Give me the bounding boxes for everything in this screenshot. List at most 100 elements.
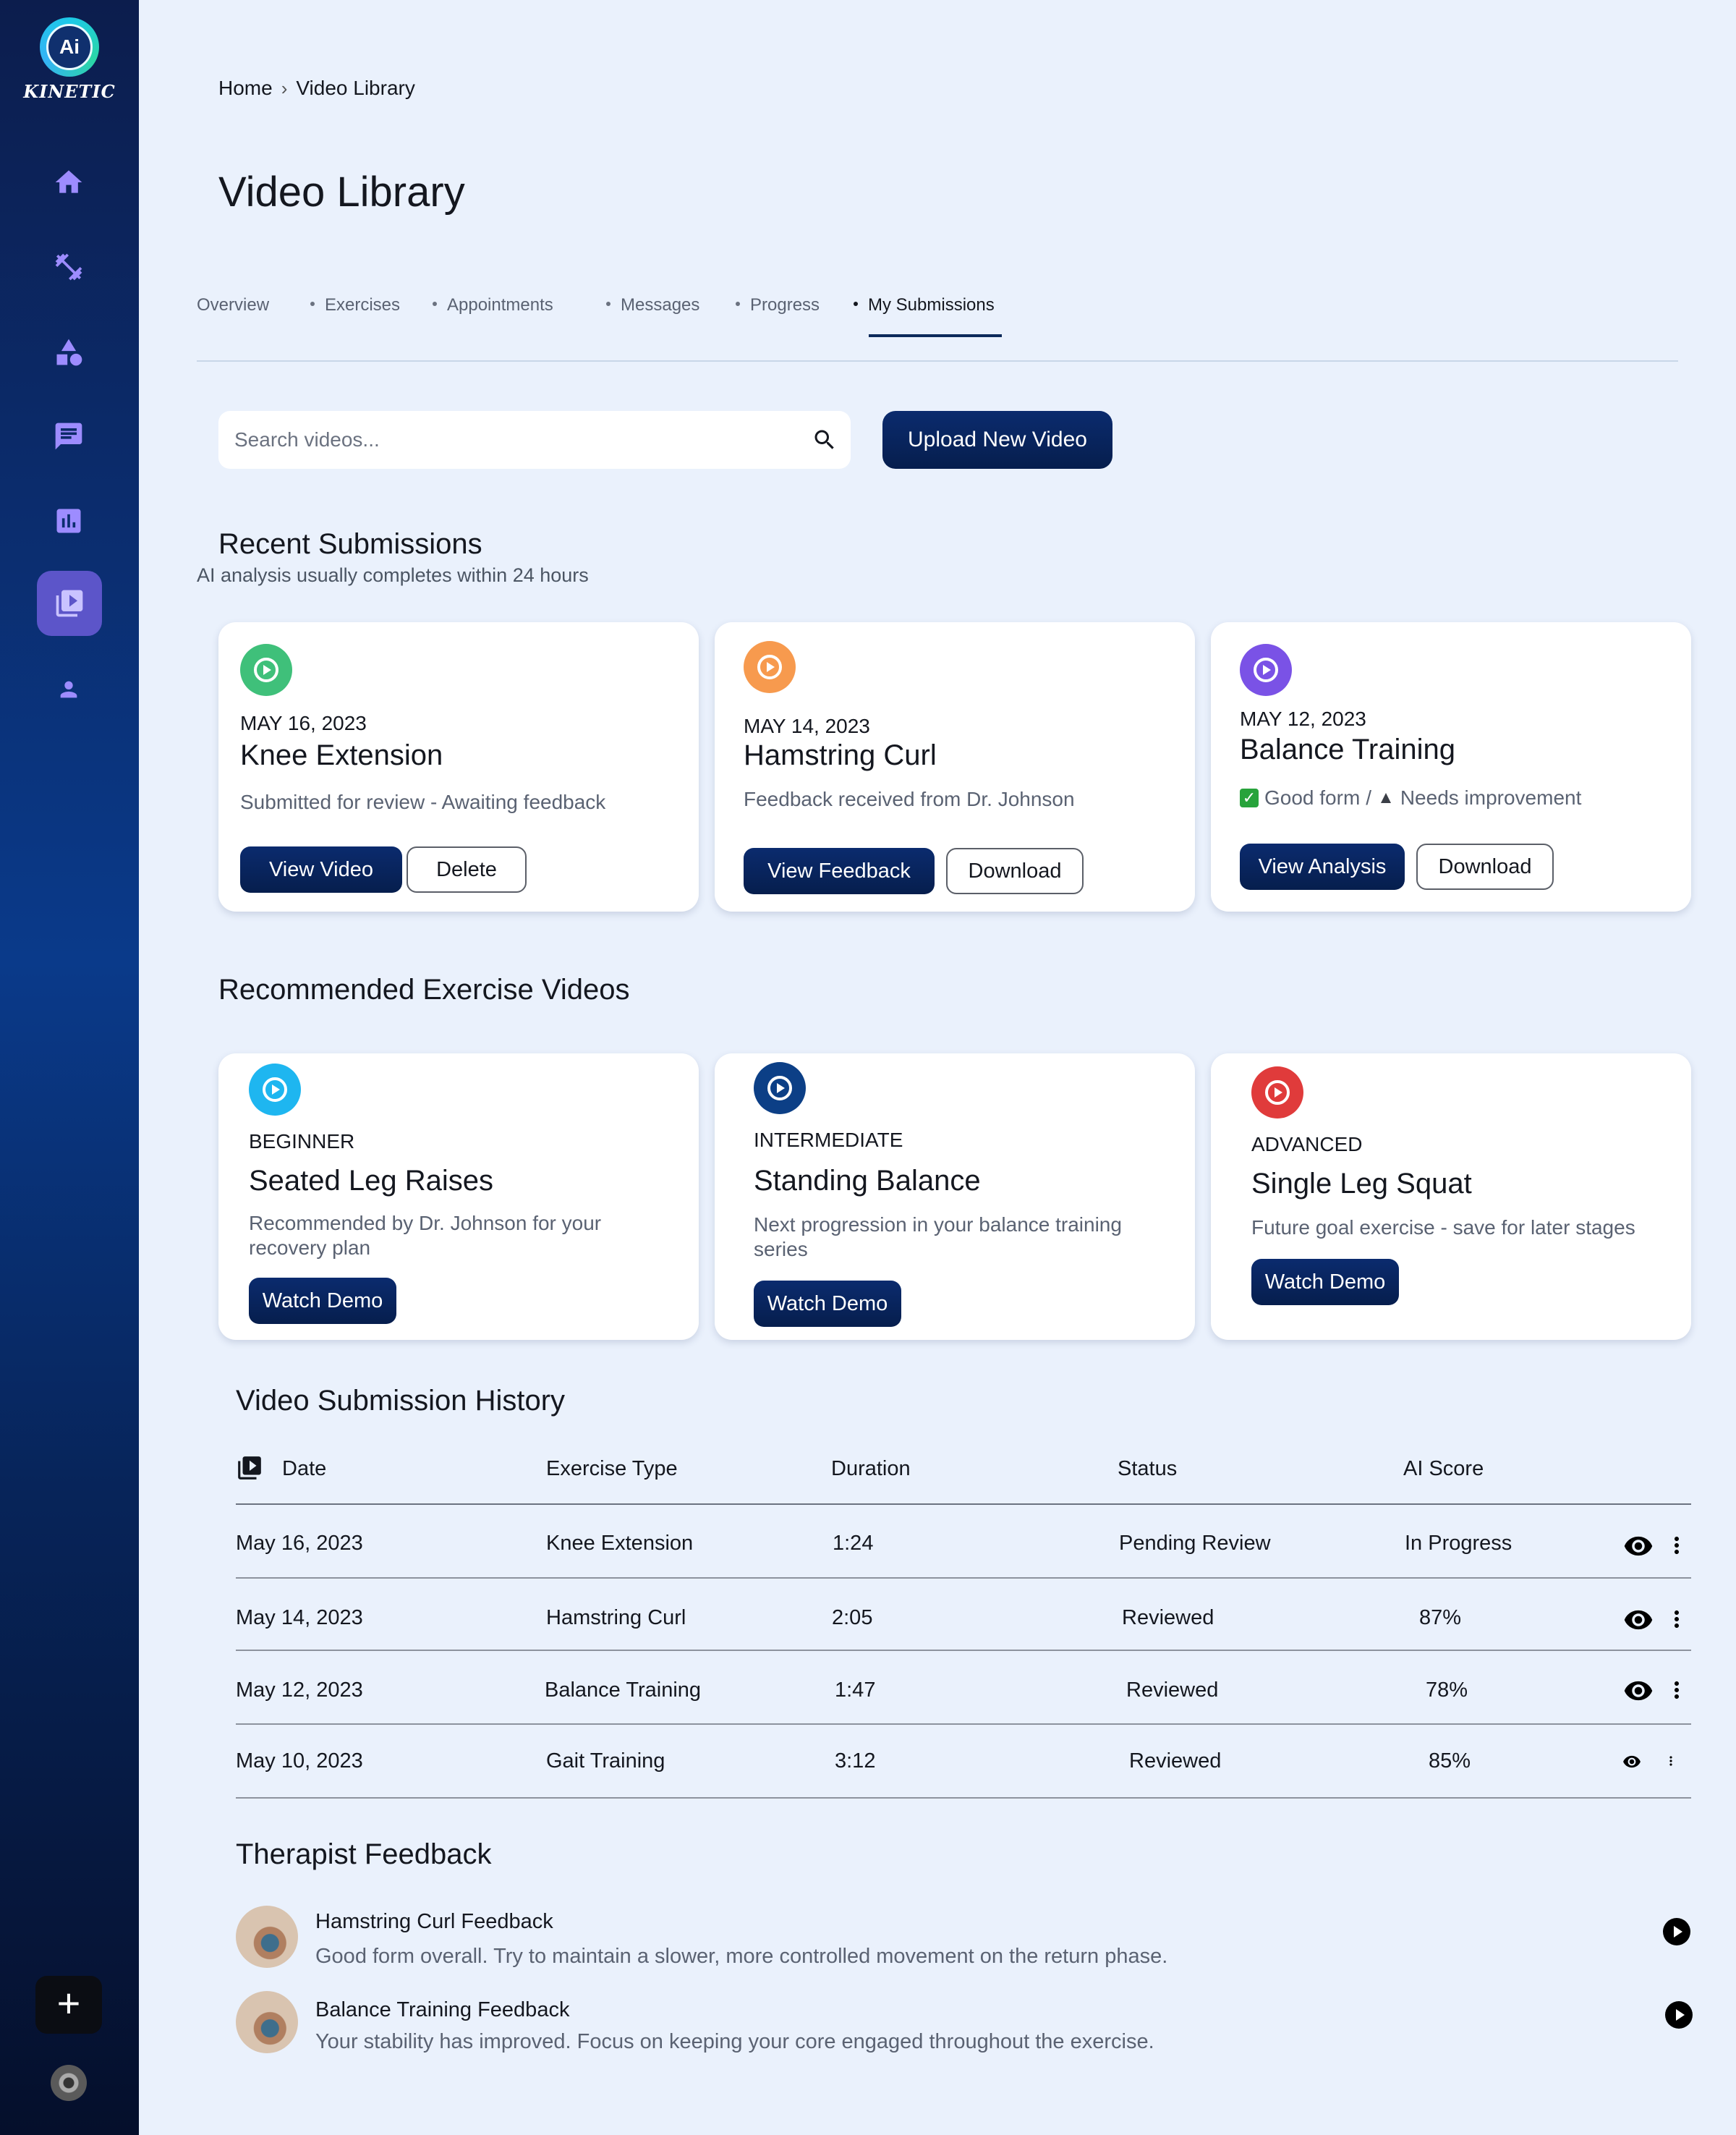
recommended-card[interactable]: INTERMEDIATE Standing Balance Next progr… <box>715 1053 1195 1340</box>
row-divider <box>236 1650 1691 1651</box>
play-icon[interactable] <box>1251 1066 1303 1119</box>
nav-appointments[interactable] <box>36 320 101 385</box>
exercise-description: Future goal exercise - save for later st… <box>1251 1216 1635 1239</box>
more-options-icon[interactable] <box>1664 1676 1690 1705</box>
tab-appointments[interactable]: Appointments <box>433 295 553 315</box>
nav-progress[interactable] <box>36 488 101 553</box>
home-icon <box>55 170 82 193</box>
submission-card[interactable]: MAY 14, 2023 Hamstring Curl Feedback rec… <box>715 622 1195 912</box>
tab-overview[interactable]: Overview <box>197 295 269 315</box>
tab-progress[interactable]: Progress <box>736 295 820 315</box>
row-duration: 1:24 <box>833 1532 874 1555</box>
more-options-icon[interactable] <box>1664 1531 1690 1560</box>
nav-home[interactable] <box>36 150 101 215</box>
nav-profile[interactable] <box>36 657 101 722</box>
column-header-ai-score[interactable]: AI Score <box>1403 1457 1484 1481</box>
more-options-icon[interactable] <box>1664 1752 1678 1770</box>
nav-messages[interactable] <box>36 404 101 469</box>
tab-dot <box>854 301 858 306</box>
eye-icon[interactable] <box>1623 1531 1654 1561</box>
row-exercise: Gait Training <box>546 1749 665 1773</box>
watch-demo-button[interactable]: Watch Demo <box>754 1281 901 1327</box>
tab-dot <box>433 301 437 306</box>
person-icon <box>60 681 77 698</box>
recommended-card[interactable]: ADVANCED Single Leg Squat Future goal ex… <box>1211 1053 1691 1340</box>
nav-video-library[interactable] <box>37 571 102 636</box>
history-title: Video Submission History <box>236 1385 566 1417</box>
upload-video-button[interactable]: Upload New Video <box>882 411 1112 469</box>
active-tab-indicator <box>869 334 1002 337</box>
recommended-title: Recommended Exercise Videos <box>218 974 630 1006</box>
play-icon[interactable] <box>744 641 796 693</box>
eye-icon[interactable] <box>1623 1676 1654 1706</box>
row-divider <box>236 1577 1691 1579</box>
column-header-date[interactable]: Date <box>282 1457 326 1481</box>
search-icon[interactable] <box>812 427 838 453</box>
status-separator: / <box>1366 786 1372 809</box>
tab-dot <box>310 301 315 306</box>
row-status: Reviewed <box>1122 1606 1214 1629</box>
tab-exercises[interactable]: Exercises <box>310 295 400 315</box>
play-icon[interactable] <box>249 1064 301 1116</box>
tab-my-submissions[interactable]: My Submissions <box>854 295 995 315</box>
play-icon[interactable] <box>1240 644 1292 696</box>
user-avatar[interactable] <box>51 2065 87 2101</box>
difficulty-level: INTERMEDIATE <box>754 1129 903 1151</box>
exercise-description: Recommended by Dr. Johnson for your reco… <box>249 1212 602 1259</box>
view-analysis-button[interactable]: View Analysis <box>1240 844 1405 890</box>
delete-button[interactable]: Delete <box>407 846 527 893</box>
tab-exercises-label: Exercises <box>325 295 401 315</box>
breadcrumb: Home › Video Library <box>218 77 415 100</box>
view-video-button[interactable]: View Video <box>240 846 402 893</box>
check-icon: ✓ <box>1240 789 1259 807</box>
column-header-status[interactable]: Status <box>1118 1457 1177 1481</box>
breadcrumb-separator: › <box>281 77 288 99</box>
video-library-icon <box>238 1456 261 1480</box>
difficulty-level: ADVANCED <box>1251 1133 1363 1155</box>
breadcrumb-home[interactable]: Home <box>218 77 273 100</box>
recent-submissions-subtitle: AI analysis usually completes within 24 … <box>197 564 589 586</box>
tab-messages[interactable]: Messages <box>606 295 699 315</box>
feedback-item-title: Hamstring Curl Feedback <box>315 1910 553 1933</box>
exercise-title: Seated Leg Raises <box>249 1165 494 1197</box>
submission-card[interactable]: MAY 12, 2023 Balance Training ✓ Good for… <box>1211 622 1691 912</box>
row-exercise: Balance Training <box>545 1678 702 1702</box>
column-header-duration[interactable]: Duration <box>831 1457 911 1481</box>
submission-card[interactable]: MAY 16, 2023 Knee Extension Submitted fo… <box>218 622 699 912</box>
sidebar: Ai KINETIC + <box>0 0 139 2135</box>
tab-dot <box>736 301 740 306</box>
warning-icon: ▲ <box>1377 788 1395 807</box>
tab-my-submissions-label: My Submissions <box>868 295 995 315</box>
download-button[interactable]: Download <box>946 848 1084 894</box>
column-header-exercise[interactable]: Exercise Type <box>546 1457 678 1481</box>
eye-icon[interactable] <box>1623 1605 1654 1635</box>
row-ai-score: 87% <box>1419 1606 1462 1629</box>
row-date: May 10, 2023 <box>236 1749 363 1773</box>
view-feedback-button[interactable]: View Feedback <box>744 848 935 894</box>
search-input[interactable] <box>218 411 783 469</box>
download-button[interactable]: Download <box>1416 844 1554 890</box>
add-button[interactable]: + <box>35 1976 102 2034</box>
table-header-divider <box>236 1503 1691 1505</box>
row-status: Pending Review <box>1119 1532 1271 1555</box>
play-icon[interactable] <box>240 644 292 696</box>
watch-demo-button[interactable]: Watch Demo <box>1251 1259 1399 1305</box>
row-status: Reviewed <box>1129 1749 1222 1773</box>
play-icon[interactable] <box>1663 1918 1690 1945</box>
recommended-card[interactable]: BEGINNER Seated Leg Raises Recommended b… <box>218 1053 699 1340</box>
eye-icon[interactable] <box>1622 1752 1641 1771</box>
play-icon[interactable] <box>1665 2001 1693 2029</box>
watch-demo-button[interactable]: Watch Demo <box>249 1278 396 1324</box>
more-options-icon[interactable] <box>1664 1605 1690 1634</box>
app-logo[interactable]: Ai KINETIC <box>17 17 122 104</box>
submission-date: MAY 12, 2023 <box>1240 708 1366 730</box>
submission-date: MAY 14, 2023 <box>744 715 870 737</box>
exercise-title: Standing Balance <box>754 1165 981 1197</box>
tab-overview-label: Overview <box>197 295 270 315</box>
row-ai-score: 78% <box>1426 1678 1468 1702</box>
play-icon[interactable] <box>754 1062 806 1114</box>
nav-exercises[interactable] <box>36 234 101 300</box>
row-divider <box>236 1797 1691 1799</box>
submission-title: Knee Extension <box>240 739 443 771</box>
submission-date: MAY 16, 2023 <box>240 712 367 734</box>
